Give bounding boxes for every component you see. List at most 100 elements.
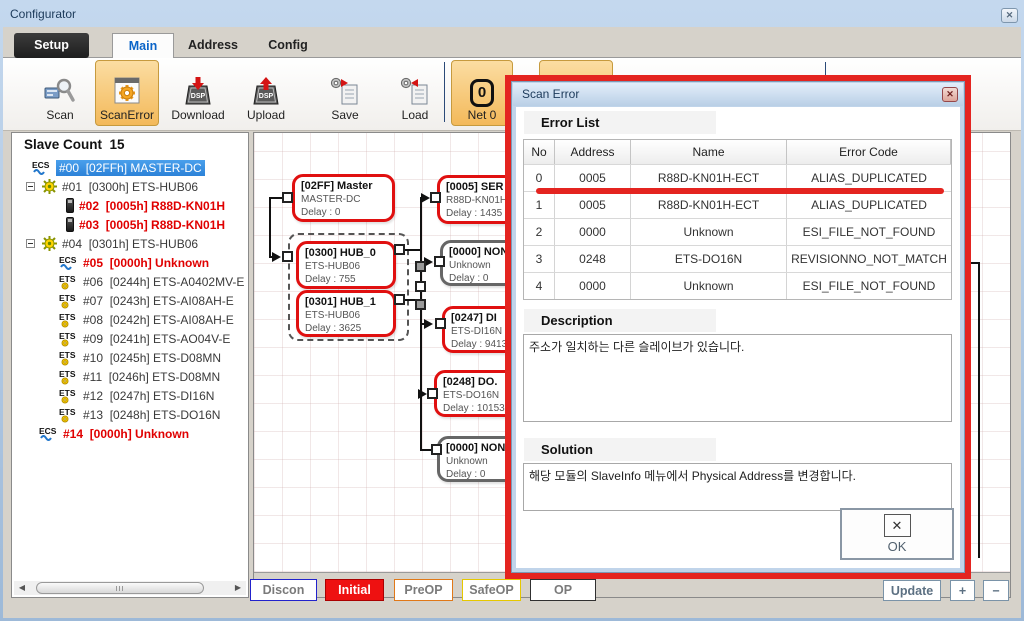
svg-text:ETS: ETS <box>59 274 76 284</box>
setup-button[interactable]: Setup <box>14 33 89 58</box>
state-op-button[interactable]: OP <box>530 579 596 601</box>
cell-no: 1 <box>524 192 555 218</box>
save-button[interactable]: Save <box>315 60 375 126</box>
tree-item-label: #02 [0005h] R88D-KN01H <box>79 199 225 213</box>
tree-item-label: #03 [0005h] R88D-KN01H <box>79 218 225 232</box>
cell-address: 0000 <box>555 273 631 299</box>
servo-icon <box>66 198 74 213</box>
state-initial-button[interactable]: Initial <box>325 579 384 601</box>
error-row-4[interactable]: 4 0000 Unknown ESI_FILE_NOT_FOUND <box>524 272 951 299</box>
tab-config[interactable]: Config <box>255 33 321 59</box>
tab-address[interactable]: Address <box>175 33 251 59</box>
cell-name: R88D-KN01H-ECT <box>631 192 787 218</box>
error-table: No Address Name Error Code 0 0005 R88D-K… <box>523 139 952 300</box>
load-button[interactable]: Load <box>387 60 443 126</box>
scrollbar-thumb[interactable] <box>36 582 204 594</box>
svg-text:ECS: ECS <box>59 255 77 265</box>
hub-icon <box>42 179 57 194</box>
error-list-header: Error List <box>524 111 716 134</box>
col-error-code: Error Code <box>787 140 951 164</box>
solution-header: Solution <box>524 438 716 461</box>
ets-icon: ETS <box>59 350 78 366</box>
scroll-right-arrow-icon[interactable]: ▶ <box>230 581 246 595</box>
hub-icon <box>42 236 57 251</box>
window-close-icon[interactable]: ✕ <box>1001 8 1018 23</box>
state-preop-button[interactable]: PreOP <box>394 579 453 601</box>
tree-horizontal-scrollbar[interactable]: ◀ ▶ <box>14 581 246 595</box>
tree-item-07[interactable]: ETS #07 [0243h] ETS-AI08AH-E <box>12 291 248 310</box>
tree-item-label: #05 [0000h] Unknown <box>83 256 209 270</box>
expander-icon[interactable] <box>26 239 35 248</box>
download-icon: DSP <box>182 77 214 107</box>
cell-address: 0248 <box>555 246 631 272</box>
tree-item-label: #08 [0242h] ETS-AI08AH-E <box>83 313 234 327</box>
svg-text:ETS: ETS <box>59 331 76 341</box>
net0-button[interactable]: 0 Net 0 <box>451 60 513 126</box>
download-button[interactable]: DSP Download <box>165 60 231 126</box>
scanerror-button[interactable]: ScanError <box>95 60 159 126</box>
tree-item-08[interactable]: ETS #08 [0242h] ETS-AI08AH-E <box>12 310 248 329</box>
error-row-2[interactable]: 2 0000 Unknown ESI_FILE_NOT_FOUND <box>524 218 951 245</box>
error-row-3[interactable]: 3 0248 ETS-DO16N REVISIONNO_NOT_MATCH <box>524 245 951 272</box>
update-button[interactable]: Update <box>883 580 941 601</box>
tree-item-label: #13 [0248h] ETS-DO16N <box>83 408 220 422</box>
tree-item-02[interactable]: #02 [0005h] R88D-KN01H <box>12 196 248 215</box>
tree-item-10[interactable]: ETS #10 [0245h] ETS-D08MN <box>12 348 248 367</box>
ets-icon: ETS <box>59 369 78 385</box>
scanerror-icon <box>111 77 143 107</box>
slave-tree-panel: Slave Count 15 ECS #00 [02FFh] MASTER-DC… <box>11 132 249 598</box>
ets-icon: ETS <box>59 274 78 290</box>
tree-item-11[interactable]: ETS #11 [0246h] ETS-D08MN <box>12 367 248 386</box>
state-safeop-button[interactable]: SafeOP <box>462 579 521 601</box>
cell-error-code: REVISIONNO_NOT_MATCH <box>787 246 951 272</box>
tree-item-04[interactable]: #04 [0301h] ETS-HUB06 <box>12 234 248 253</box>
expander-icon[interactable] <box>26 182 35 191</box>
ok-button[interactable]: ✕ OK <box>840 508 954 560</box>
cell-no: 3 <box>524 246 555 272</box>
cell-name: ETS-DO16N <box>631 246 787 272</box>
tree-item-label: #09 [0241h] ETS-AO04V-E <box>83 332 230 346</box>
tree-item-06[interactable]: ETS #06 [0244h] ETS-A0402MV-E <box>12 272 248 291</box>
cell-error-code: ESI_FILE_NOT_FOUND <box>787 273 951 299</box>
cell-error-code: ALIAS_DUPLICATED <box>787 192 951 218</box>
titlebar: Configurator ✕ <box>0 0 1024 27</box>
red-annotation-frame: Scan Error ✕ Error List No Address Name … <box>505 75 971 579</box>
tree-item-05[interactable]: ECS #05 [0000h] Unknown <box>12 253 248 272</box>
red-underline-annotation <box>536 188 944 194</box>
tree-item-09[interactable]: ETS #09 [0241h] ETS-AO04V-E <box>12 329 248 348</box>
state-discon-button[interactable]: Discon <box>250 579 317 601</box>
dialog-title: Scan Error <box>522 87 579 101</box>
svg-text:ETS: ETS <box>59 407 76 417</box>
dialog-close-icon[interactable]: ✕ <box>942 87 958 102</box>
upload-button[interactable]: DSP Upload <box>235 60 297 126</box>
svg-text:ETS: ETS <box>59 293 76 303</box>
slave-count-header: Slave Count 15 <box>24 137 248 152</box>
dialog-client: Error List No Address Name Error Code 0 … <box>516 107 960 568</box>
save-icon <box>329 77 361 107</box>
ets-icon: ETS <box>59 331 78 347</box>
zoom-in-button[interactable]: + <box>950 580 975 601</box>
tree-item-14[interactable]: ECS #14 [0000h] Unknown <box>12 424 248 443</box>
col-name: Name <box>631 140 787 164</box>
save-label: Save <box>331 108 358 122</box>
ok-label: OK <box>888 539 907 554</box>
tree-item-13[interactable]: ETS #13 [0248h] ETS-DO16N <box>12 405 248 424</box>
tab-main[interactable]: Main <box>112 33 174 59</box>
svg-text:ETS: ETS <box>59 369 76 379</box>
dialog-titlebar[interactable]: Scan Error ✕ <box>513 83 963 106</box>
error-row-1[interactable]: 1 0005 R88D-KN01H-ECT ALIAS_DUPLICATED <box>524 191 951 218</box>
error-row-0[interactable]: 0 0005 R88D-KN01H-ECT ALIAS_DUPLICATED <box>524 164 951 191</box>
tree-item-label: #10 [0245h] ETS-D08MN <box>83 351 221 365</box>
download-label: Download <box>171 108 224 122</box>
tree-item-00[interactable]: ECS #00 [02FFh] MASTER-DC <box>12 158 248 177</box>
scan-button[interactable]: Scan <box>27 60 93 126</box>
scroll-left-arrow-icon[interactable]: ◀ <box>14 581 30 595</box>
tree-item-label: #00 [02FFh] MASTER-DC <box>56 160 205 176</box>
tree-item-03[interactable]: #03 [0005h] R88D-KN01H <box>12 215 248 234</box>
tree-item-label: #04 [0301h] ETS-HUB06 <box>62 237 198 251</box>
zoom-out-button[interactable]: − <box>983 580 1009 601</box>
tree-item-12[interactable]: ETS #12 [0247h] ETS-DI16N <box>12 386 248 405</box>
cell-error-code: ESI_FILE_NOT_FOUND <box>787 219 951 245</box>
tree-item-01[interactable]: #01 [0300h] ETS-HUB06 <box>12 177 248 196</box>
scan-label: Scan <box>46 108 73 122</box>
